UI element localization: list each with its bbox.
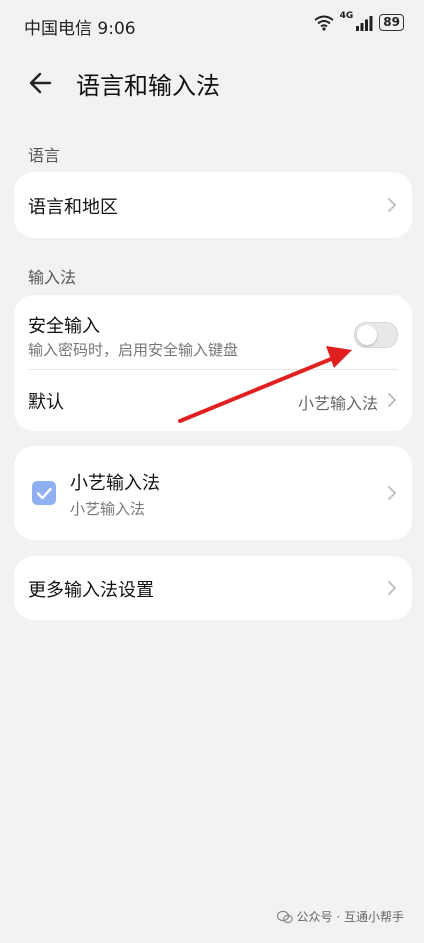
annotation-arrow — [178, 346, 352, 423]
wechat-icon — [276, 910, 293, 923]
watermark: 公众号 · 互通小帮手 — [276, 908, 404, 925]
watermark-text: 公众号 · 互通小帮手 — [296, 910, 404, 924]
